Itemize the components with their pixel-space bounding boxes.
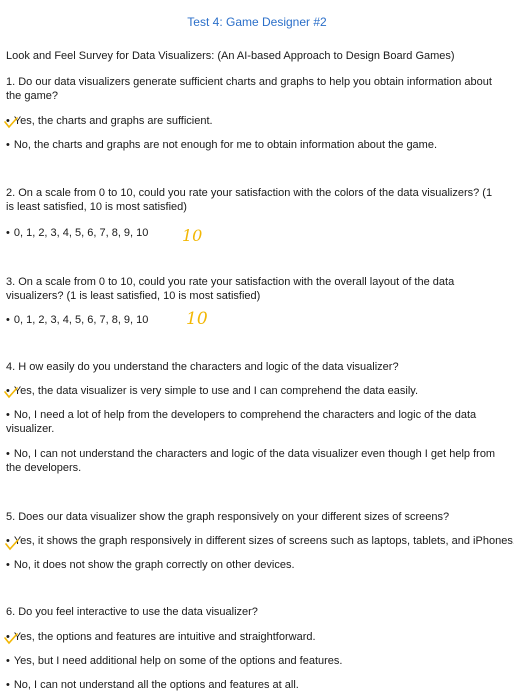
question-5: 5. Does our data visualizer show the gra… xyxy=(6,511,450,523)
question-6: 6. Do you feel interactive to use the da… xyxy=(6,606,258,618)
q5-option-no[interactable]: No, it does not show the graph correctly… xyxy=(6,558,506,572)
q4-option-2[interactable]: No, I need a lot of help from the develo… xyxy=(6,408,502,436)
q4-option-3[interactable]: No, I can not understand the characters … xyxy=(6,447,502,475)
bullet xyxy=(6,679,14,691)
checkmark-icon xyxy=(4,387,18,399)
question-3: 3. On a scale from 0 to 10, could you ra… xyxy=(6,276,455,302)
survey-page: Test 4: Game Designer #2 Look and Feel S… xyxy=(0,0,514,694)
q2-scale-options: 0, 1, 2, 3, 4, 5, 6, 7, 8, 9, 10 xyxy=(6,226,506,240)
q6-option-2[interactable]: Yes, but I need additional help on some … xyxy=(6,654,506,668)
q6-option-3[interactable]: No, I can not understand all the options… xyxy=(6,678,506,692)
bullet xyxy=(6,559,14,571)
q6-option-1[interactable]: Yes, the options and features are intuit… xyxy=(6,630,506,644)
checkmark-icon xyxy=(5,539,19,551)
bullet xyxy=(6,314,14,326)
q3-scale-options: 0, 1, 2, 3, 4, 5, 6, 7, 8, 9, 10 xyxy=(6,313,506,327)
q3-handwritten-answer: 10 xyxy=(186,309,208,329)
bullet xyxy=(6,448,14,460)
bullet xyxy=(6,655,14,667)
q5-option-yes[interactable]: Yes, it shows the graph responsively in … xyxy=(6,534,514,548)
q2-handwritten-answer: 10 xyxy=(182,226,203,245)
q1-option-no[interactable]: No, the charts and graphs are not enough… xyxy=(6,138,506,152)
survey-title: Look and Feel Survey for Data Visualizer… xyxy=(6,50,455,62)
question-4: 4. H ow easily do you understand the cha… xyxy=(6,361,399,373)
bullet xyxy=(6,139,14,151)
bullet xyxy=(6,227,14,239)
bullet xyxy=(6,409,14,421)
checkmark-icon xyxy=(4,117,18,129)
q1-option-yes[interactable]: Yes, the charts and graphs are sufficien… xyxy=(6,114,506,128)
page-title: Test 4: Game Designer #2 xyxy=(187,15,327,29)
q4-option-1[interactable]: Yes, the data visualizer is very simple … xyxy=(6,384,506,398)
checkmark-icon xyxy=(4,633,18,645)
question-2: 2. On a scale from 0 to 10, could you ra… xyxy=(6,187,493,213)
question-1: 1. Do our data visualizers generate suff… xyxy=(6,76,492,102)
